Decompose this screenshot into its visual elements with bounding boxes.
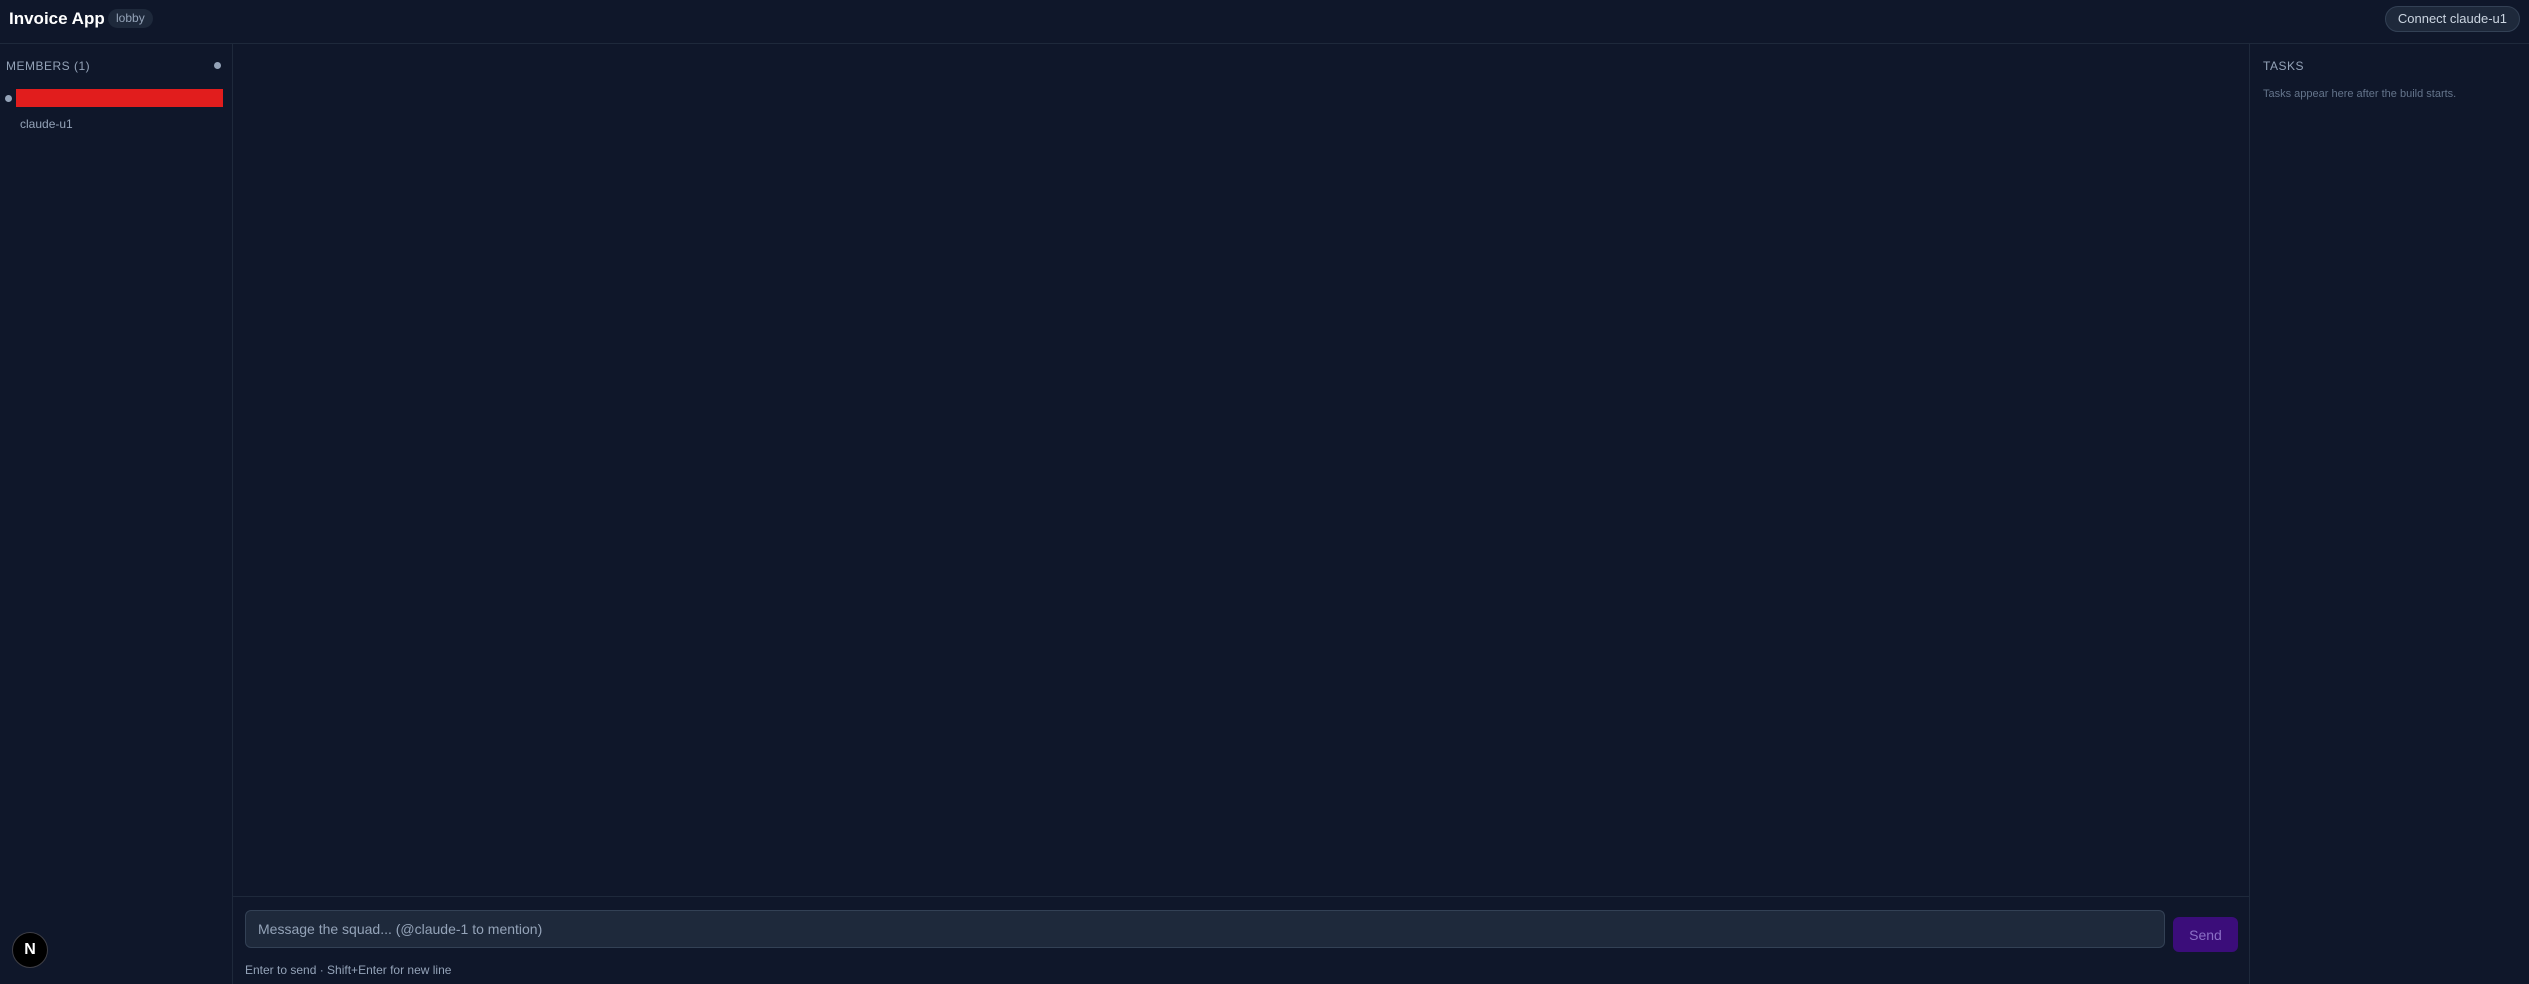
- members-header: MEMBERS (1): [6, 58, 221, 74]
- chat-area: Send Enter to send · Shift+Enter for new…: [233, 44, 2249, 984]
- message-input[interactable]: [245, 910, 2165, 948]
- members-title: MEMBERS (1): [6, 59, 91, 73]
- composer-hint: Enter to send · Shift+Enter for new line: [245, 963, 452, 977]
- presence-dot-icon: [214, 62, 221, 69]
- send-button[interactable]: Send: [2173, 917, 2238, 952]
- connect-agent-button[interactable]: Connect claude-u1: [2384, 6, 2520, 32]
- member-subtitle: claude-u1: [20, 117, 73, 131]
- app-root: Invoice App lobby Connect claude-u1 MEMB…: [0, 0, 2529, 984]
- nextjs-logo-icon[interactable]: N: [12, 932, 48, 968]
- member-item[interactable]: [5, 89, 223, 107]
- room-badge: lobby: [108, 9, 153, 28]
- tasks-empty-state: Tasks appear here after the build starts…: [2263, 88, 2457, 100]
- tasks-panel: TASKS Tasks appear here after the build …: [2249, 44, 2529, 984]
- top-bar: Invoice App lobby Connect claude-u1: [0, 0, 2529, 44]
- member-name-redacted: [16, 89, 223, 107]
- message-composer: Send Enter to send · Shift+Enter for new…: [233, 896, 2249, 984]
- status-dot-icon: [5, 95, 12, 102]
- tasks-title: TASKS: [2263, 59, 2304, 73]
- app-title: Invoice App: [9, 9, 105, 28]
- members-sidebar: MEMBERS (1) claude-u1 N: [0, 44, 233, 984]
